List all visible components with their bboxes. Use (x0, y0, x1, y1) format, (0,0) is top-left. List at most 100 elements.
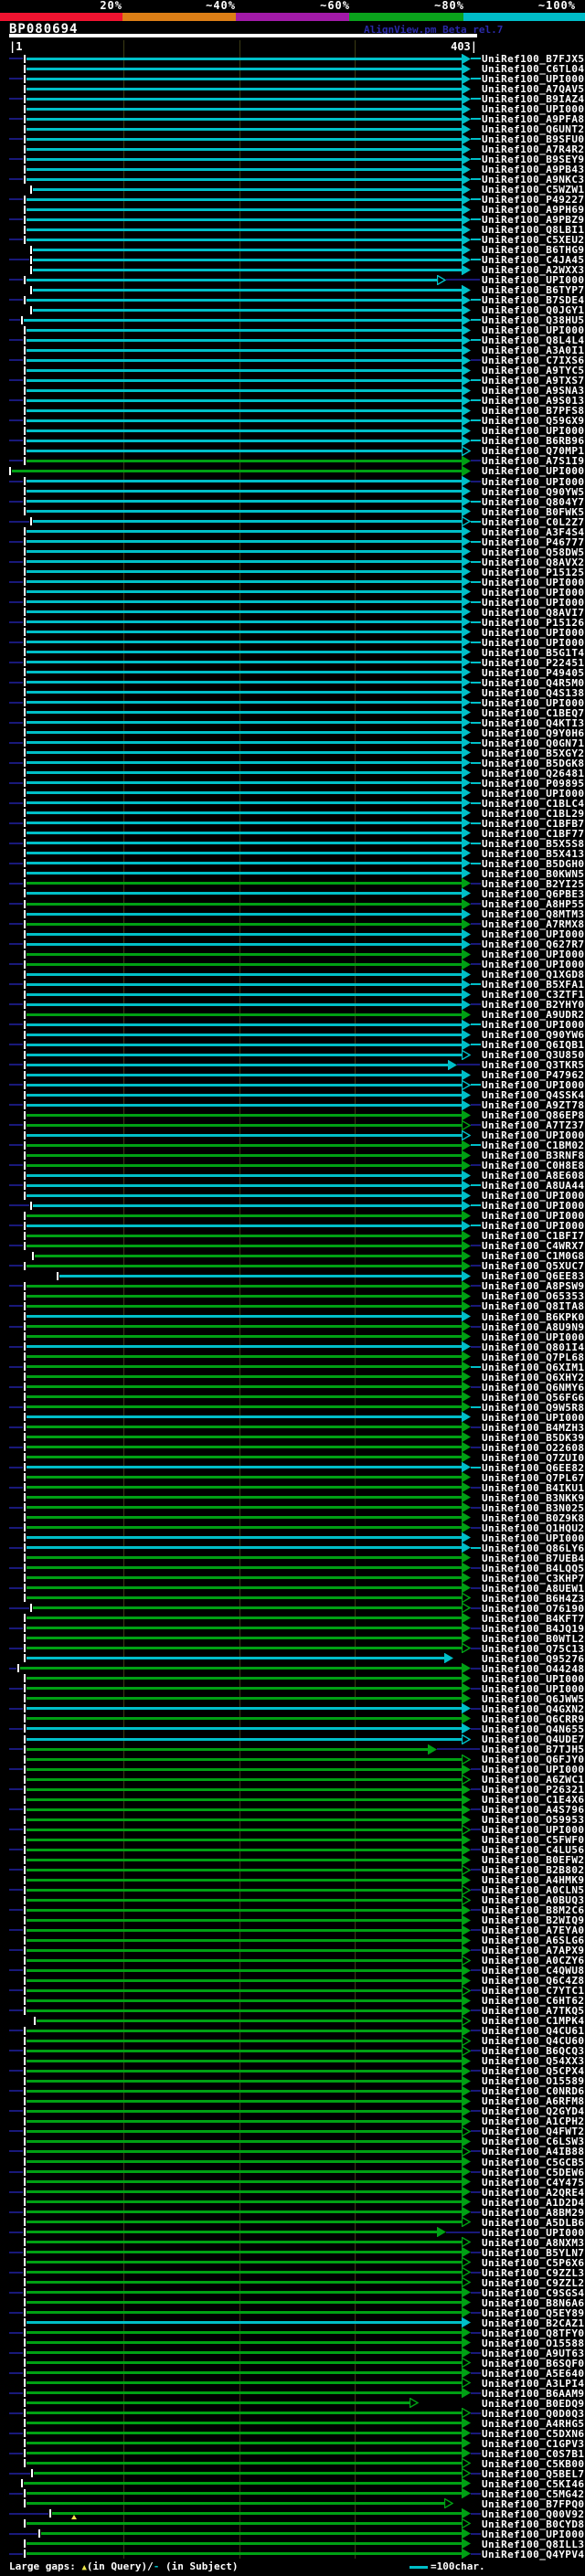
hit-label[interactable]: UniRef100_B6KPK0 (482, 1312, 584, 1322)
alignment-bar[interactable] (27, 1345, 462, 1349)
alignment-bar[interactable] (27, 1918, 462, 1922)
hit-label[interactable]: UniRef100_Q58DW5 (482, 547, 584, 557)
alignment-bar[interactable] (27, 1938, 462, 1942)
alignment-bar[interactable] (27, 1958, 462, 1962)
alignment-bar[interactable] (27, 2321, 462, 2325)
alignment-bar[interactable] (27, 1516, 462, 1520)
alignment-bar[interactable] (24, 318, 462, 322)
alignment-bar[interactable] (27, 1968, 462, 1972)
alignment-bar[interactable] (27, 2371, 462, 2375)
alignment-bar[interactable] (27, 631, 462, 634)
alignment-bar[interactable] (27, 671, 462, 674)
alignment-bar[interactable] (27, 398, 462, 402)
hit-label[interactable]: UniRef100_UPI000.. (482, 1413, 585, 1423)
alignment-bar[interactable] (27, 2522, 462, 2526)
alignment-bar[interactable] (27, 922, 462, 926)
hit-label[interactable]: UniRef100_Q6XIM1 (482, 1362, 584, 1373)
alignment-bar[interactable] (27, 177, 462, 181)
alignment-bar[interactable] (27, 1415, 462, 1419)
alignment-bar[interactable] (33, 248, 462, 251)
alignment-bar[interactable] (27, 2059, 462, 2062)
hit-label[interactable]: UniRef100_C5GCB5 (482, 2157, 584, 2168)
alignment-bar[interactable] (27, 328, 462, 332)
alignment-bar[interactable] (27, 721, 462, 725)
alignment-bar[interactable] (27, 1637, 462, 1640)
alignment-bar[interactable] (27, 490, 462, 493)
alignment-bar[interactable] (27, 1767, 462, 1771)
hit-label[interactable]: UniRef100_C9SGS4 (482, 2288, 584, 2298)
alignment-bar[interactable] (27, 1807, 462, 1811)
alignment-bar[interactable] (27, 2231, 437, 2234)
alignment-bar[interactable] (27, 2281, 462, 2284)
alignment-bar[interactable] (27, 2079, 462, 2083)
alignment-bar[interactable] (27, 2139, 462, 2143)
hit-label[interactable]: UniRef100_P46777 (482, 537, 584, 547)
alignment-bar[interactable] (27, 862, 462, 865)
alignment-bar[interactable] (27, 1284, 462, 1288)
alignment-bar[interactable] (27, 2492, 462, 2496)
hit-label[interactable]: UniRef100_C5DEW6 (482, 2168, 584, 2178)
alignment-bar[interactable] (27, 2149, 462, 2153)
alignment-bar[interactable] (27, 1647, 462, 1650)
alignment-bar[interactable] (27, 510, 462, 514)
alignment-bar[interactable] (27, 1526, 462, 1530)
alignment-bar[interactable] (27, 1224, 462, 1227)
alignment-bar[interactable] (27, 1617, 462, 1620)
alignment-bar[interactable] (27, 2160, 462, 2163)
alignment-bar[interactable] (27, 157, 462, 161)
alignment-bar[interactable] (27, 378, 462, 382)
alignment-bar[interactable] (27, 1173, 462, 1177)
alignment-bar[interactable] (27, 2452, 462, 2455)
alignment-bar[interactable] (27, 1002, 462, 1006)
alignment-bar[interactable] (27, 1486, 462, 1489)
alignment-bar[interactable] (27, 1143, 462, 1147)
alignment-bar[interactable] (27, 701, 462, 705)
hit-label[interactable]: UniRef100_C4Y475 (482, 2178, 584, 2188)
alignment-bar[interactable] (27, 832, 462, 835)
hit-label[interactable]: UniRef100_UPI000.. (482, 477, 585, 487)
alignment-bar[interactable] (27, 771, 462, 775)
alignment-bar[interactable] (27, 1063, 448, 1066)
alignment-bar[interactable] (27, 2099, 462, 2103)
alignment-bar[interactable] (27, 842, 462, 845)
alignment-bar[interactable] (27, 811, 462, 815)
alignment-bar[interactable] (27, 1405, 462, 1409)
alignment-bar[interactable] (27, 338, 462, 342)
alignment-bar[interactable] (27, 1546, 462, 1550)
alignment-bar[interactable] (27, 1727, 462, 1731)
alignment-bar[interactable] (59, 1274, 462, 1277)
alignment-bar[interactable] (27, 1948, 462, 1952)
alignment-bar[interactable] (27, 801, 462, 805)
alignment-bar[interactable] (12, 469, 462, 472)
alignment-bar[interactable] (27, 1566, 462, 1570)
alignment-bar[interactable] (27, 2351, 462, 2355)
hit-label[interactable]: UniRef100_UPI000.. (482, 588, 585, 598)
alignment-bar[interactable] (27, 2200, 462, 2204)
alignment-bar[interactable] (27, 298, 462, 302)
alignment-bar[interactable] (27, 2261, 462, 2264)
alignment-bar[interactable] (27, 1315, 462, 1318)
alignment-bar[interactable] (27, 358, 462, 362)
hit-label[interactable]: UniRef100_Q8ITA8 (482, 1301, 584, 1311)
alignment-bar[interactable] (27, 2129, 462, 2133)
hit-label[interactable]: UniRef100_Q7PL68 (482, 1352, 584, 1362)
alignment-bar[interactable] (27, 217, 462, 221)
alignment-bar[interactable] (27, 1325, 462, 1328)
hit-label[interactable]: UniRef100_Q7ZUI0 (482, 1453, 584, 1463)
alignment-bar[interactable] (27, 952, 462, 956)
alignment-bar[interactable] (27, 2049, 462, 2052)
alignment-bar[interactable] (27, 1012, 462, 1016)
alignment-bar[interactable] (27, 661, 462, 664)
alignment-bar[interactable] (27, 1737, 462, 1741)
alignment-bar[interactable] (27, 2542, 462, 2546)
alignment-bar[interactable] (27, 1848, 462, 1851)
alignment-bar[interactable] (27, 419, 462, 422)
alignment-bar[interactable] (27, 1536, 462, 1540)
alignment-bar[interactable] (20, 1667, 462, 1670)
hit-label[interactable]: UniRef100_Q6XHY2 (482, 1373, 584, 1383)
alignment-bar[interactable] (27, 1193, 462, 1197)
alignment-bar[interactable] (27, 791, 462, 795)
alignment-bar[interactable] (27, 1073, 462, 1076)
hit-label[interactable]: UniRef100_C0L2Z7 (482, 517, 584, 527)
alignment-bar[interactable] (27, 781, 462, 785)
